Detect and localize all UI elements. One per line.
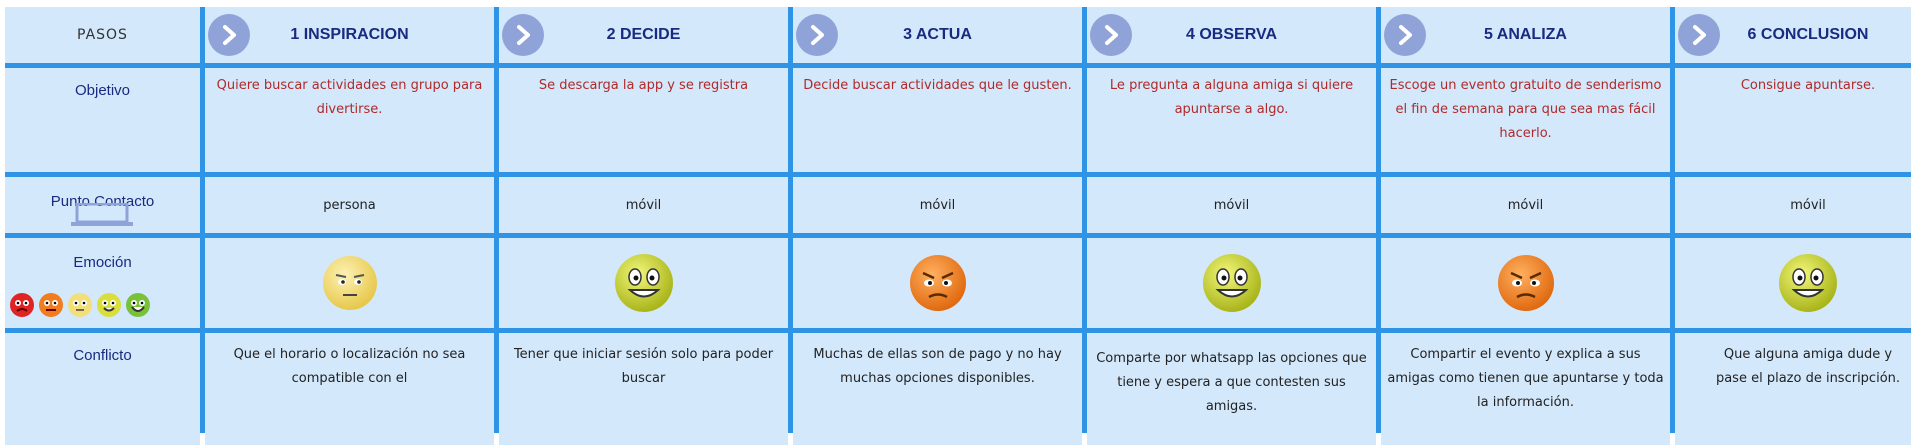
step-title: 2 DECIDE	[606, 26, 681, 43]
punto-contacto-label: Punto Contacto	[5, 177, 200, 233]
step-header-3: 3 ACTUA	[793, 7, 1082, 63]
emocion-text: Emoción	[73, 254, 132, 271]
emocion-cell-5	[1381, 238, 1670, 328]
chevron-right-icon[interactable]	[502, 14, 544, 56]
annoyed-face-icon	[39, 293, 63, 317]
punto-cell-5: móvil	[1381, 177, 1670, 233]
step-header-2: 2 DECIDE	[499, 7, 788, 63]
conflicto-cell-3: Muchas de ellas son de pago y no hay muc…	[793, 333, 1082, 445]
step-title: 6 CONCLUSION	[1747, 26, 1869, 43]
annoyed-face-icon	[1497, 255, 1554, 311]
punto-cell-1: persona	[205, 177, 494, 233]
annoyed-face-icon	[909, 255, 966, 311]
objetivo-cell-3: Decide buscar actividades que le gusten.	[793, 68, 1082, 172]
emocion-cell-6	[1675, 238, 1911, 328]
objetivo-label: Objetivo	[5, 68, 200, 172]
neutral-face-icon	[68, 293, 92, 317]
very-happy-face-icon	[126, 293, 150, 317]
step-title: 5 ANALIZA	[1484, 26, 1567, 43]
step-title: 4 OBSERVA	[1186, 26, 1277, 43]
punto-cell-3: móvil	[793, 177, 1082, 233]
objetivo-cell-5: Escoge un evento gratuito de senderismo …	[1381, 68, 1670, 172]
emocion-cell-2	[499, 238, 788, 328]
happy-face-icon	[614, 254, 673, 312]
step-header-5: 5 ANALIZA	[1381, 7, 1670, 63]
objetivo-cell-6: Consigue apuntarse.	[1675, 68, 1911, 172]
emocion-cell-4	[1087, 238, 1376, 328]
conflicto-cell-6: Que alguna amiga dude y pase el plazo de…	[1675, 333, 1911, 445]
step-header-4: 4 OBSERVA	[1087, 7, 1376, 63]
customer-journey-table: PASOS 1 INSPIRACION 2 DECIDE 3 ACTUA 4 O…	[5, 7, 1911, 445]
angry-face-icon	[10, 293, 34, 317]
chevron-right-icon[interactable]	[208, 14, 250, 56]
pasos-label: PASOS	[77, 27, 128, 43]
punto-cell-2: móvil	[499, 177, 788, 233]
punto-cell-6: móvil	[1675, 177, 1911, 233]
objetivo-cell-4: Le pregunta a alguna amiga si quiere apu…	[1087, 68, 1376, 172]
conflicto-cell-5: Compartir el evento y explica a sus amig…	[1381, 333, 1670, 445]
chevron-right-icon[interactable]	[796, 14, 838, 56]
step-title: 1 INSPIRACION	[290, 26, 409, 43]
objetivo-cell-1: Quiere buscar actividades en grupo para …	[205, 68, 494, 172]
step-header-6: 6 CONCLUSION	[1675, 7, 1911, 63]
emotion-scale	[9, 292, 151, 318]
objetivo-cell-2: Se descarga la app y se registra	[499, 68, 788, 172]
happy-face-icon	[1202, 254, 1261, 312]
conflicto-label: Conflicto	[5, 333, 200, 445]
conflicto-cell-4: Comparte por whatsapp las opciones que t…	[1087, 333, 1376, 445]
chevron-right-icon[interactable]	[1090, 14, 1132, 56]
emocion-label: Emoción	[5, 238, 200, 328]
step-header-1: 1 INSPIRACION	[205, 7, 494, 63]
conflicto-cell-2: Tener que iniciar sesión solo para poder…	[499, 333, 788, 445]
punto-cell-4: móvil	[1087, 177, 1376, 233]
laptop-icon	[71, 203, 133, 226]
conflicto-cell-1: Que el horario o localización no sea com…	[205, 333, 494, 445]
emocion-cell-3	[793, 238, 1082, 328]
happy-face-icon	[1779, 254, 1837, 312]
pasos-header: PASOS	[5, 7, 200, 63]
chevron-right-icon[interactable]	[1384, 14, 1426, 56]
neutral-face-icon	[322, 256, 377, 310]
chevron-right-icon[interactable]	[1678, 14, 1720, 56]
emocion-cell-1	[205, 238, 494, 328]
happy-face-icon	[97, 293, 121, 317]
step-title: 3 ACTUA	[903, 26, 972, 43]
